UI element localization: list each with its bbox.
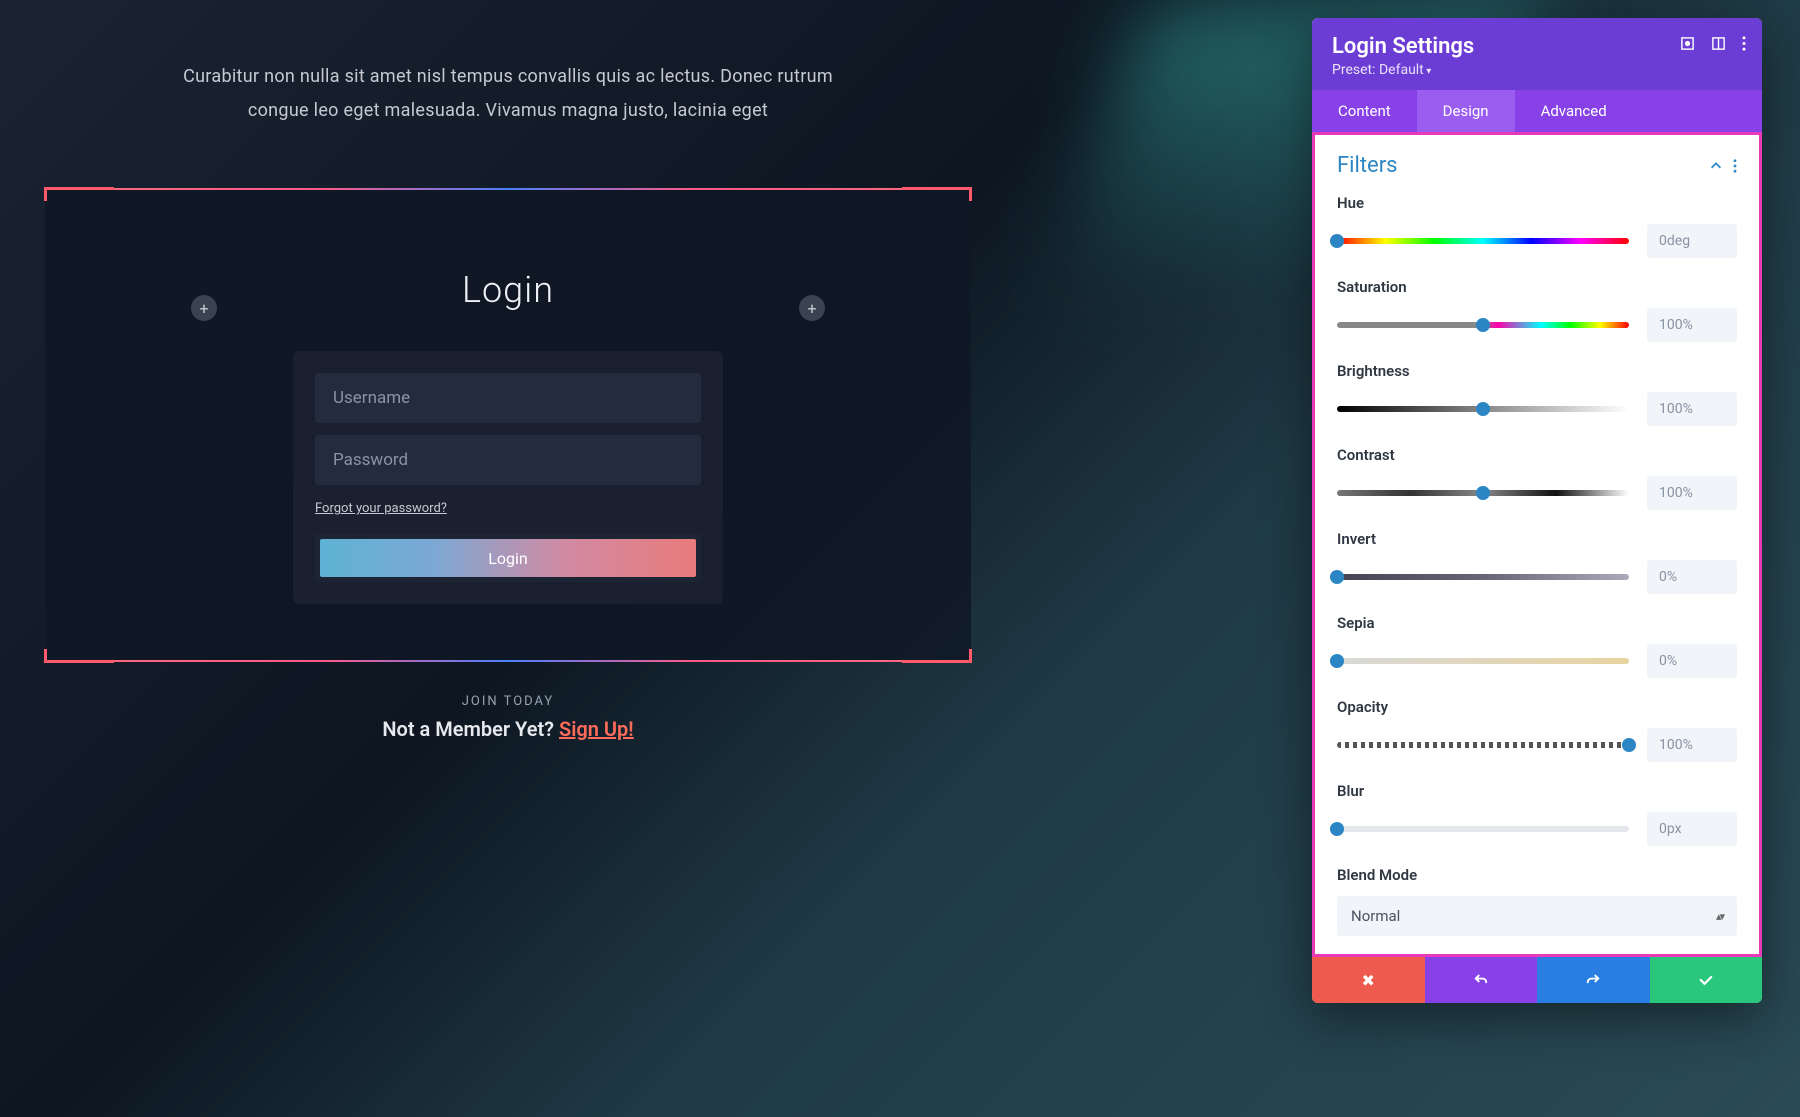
intro-text: Curabitur non nulla sit amet nisl tempus… [158,60,858,128]
slider-sepia[interactable] [1337,658,1629,664]
value-invert[interactable]: 0% [1647,560,1737,594]
panel-body: Filters Hue 0deg Saturation [1312,132,1762,957]
select-blend-mode[interactable]: Normal ▴▾ [1337,896,1737,936]
slider-thumb[interactable] [1622,738,1636,752]
undo-icon [1472,971,1490,989]
slider-thumb[interactable] [1330,234,1344,248]
select-arrows-icon: ▴▾ [1716,910,1723,923]
slider-brightness[interactable] [1337,406,1629,412]
slider-blur[interactable] [1337,826,1629,832]
value-opacity[interactable]: 100% [1647,728,1737,762]
tab-content[interactable]: Content [1312,90,1417,132]
slider-thumb[interactable] [1476,318,1490,332]
panel-footer: ✖ [1312,957,1762,1003]
slider-opacity[interactable] [1337,742,1629,748]
settings-panel: Login Settings Preset: Default Content D… [1312,18,1762,1003]
redo-icon [1584,971,1602,989]
cancel-button[interactable]: ✖ [1312,957,1425,1003]
value-contrast[interactable]: 100% [1647,476,1737,510]
slider-invert[interactable] [1337,574,1629,580]
slider-saturation[interactable] [1337,322,1629,328]
redo-button[interactable] [1537,957,1650,1003]
slider-thumb[interactable] [1330,570,1344,584]
label-brightness: Brightness [1337,362,1737,380]
save-button[interactable] [1650,957,1763,1003]
value-sepia[interactable]: 0% [1647,644,1737,678]
add-module-left-button[interactable]: + [191,295,217,321]
label-blur: Blur [1337,782,1737,800]
label-saturation: Saturation [1337,278,1737,296]
cta-main-text: Not a Member Yet? Sign Up! [45,717,971,741]
slider-thumb[interactable] [1476,402,1490,416]
login-card: Forgot your password? Login [293,351,723,604]
snap-icon[interactable] [1711,36,1726,51]
label-blend-mode: Blend Mode [1337,866,1737,884]
username-input[interactable] [315,373,701,423]
tab-design[interactable]: Design [1417,90,1515,132]
slider-thumb[interactable] [1330,822,1344,836]
login-title: Login [462,269,554,311]
value-brightness[interactable]: 100% [1647,392,1737,426]
label-hue: Hue [1337,194,1737,212]
section-title-filters[interactable]: Filters [1337,153,1398,178]
more-icon[interactable] [1742,36,1746,51]
chevron-down-icon [1424,62,1432,78]
label-opacity: Opacity [1337,698,1737,716]
close-icon: ✖ [1362,971,1375,990]
expand-icon[interactable] [1680,36,1695,51]
login-module-frame[interactable]: + + Login Forgot your password? Login [45,188,971,662]
add-module-right-button[interactable]: + [799,295,825,321]
check-icon [1697,971,1715,989]
panel-preset[interactable]: Preset: Default [1332,62,1742,78]
undo-button[interactable] [1425,957,1538,1003]
more-icon[interactable] [1733,159,1737,173]
value-hue[interactable]: 0deg [1647,224,1737,258]
cta-upper-text: Join Today [45,694,971,709]
label-contrast: Contrast [1337,446,1737,464]
tab-advanced[interactable]: Advanced [1515,90,1633,132]
slider-thumb[interactable] [1476,486,1490,500]
password-input[interactable] [315,435,701,485]
panel-header[interactable]: Login Settings Preset: Default [1312,18,1762,90]
slider-hue[interactable] [1337,238,1629,244]
slider-thumb[interactable] [1330,654,1344,668]
slider-contrast[interactable] [1337,490,1629,496]
login-submit-button[interactable]: Login [320,539,696,577]
value-saturation[interactable]: 100% [1647,308,1737,342]
label-invert: Invert [1337,530,1737,548]
collapse-icon[interactable] [1709,159,1723,173]
plus-icon: + [807,299,816,318]
panel-tabs: Content Design Advanced [1312,90,1762,132]
label-sepia: Sepia [1337,614,1737,632]
signup-link[interactable]: Sign Up! [559,717,634,741]
forgot-password-link[interactable]: Forgot your password? [315,501,447,516]
value-blur[interactable]: 0px [1647,812,1737,846]
plus-icon: + [199,299,208,318]
